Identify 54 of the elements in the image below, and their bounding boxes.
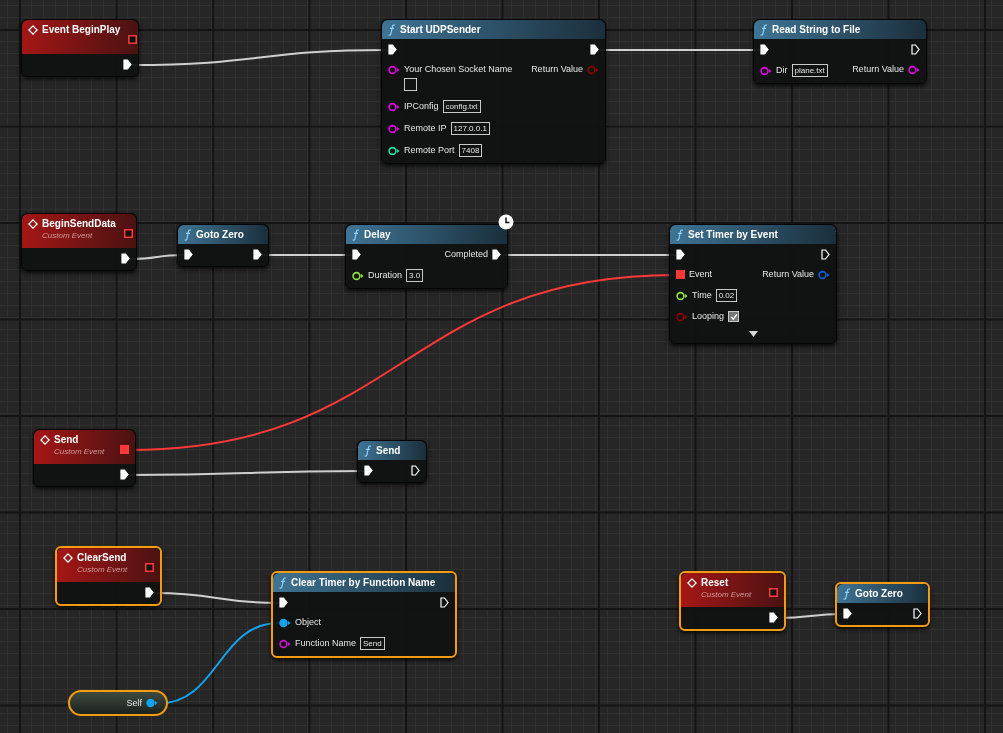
node-subtitle: Custom Event <box>700 589 752 601</box>
pin-label: Time <box>692 290 712 301</box>
pin-label: Your Chosen Socket Name <box>404 64 513 75</box>
event-node[interactable]: ClearSend Custom Event <box>55 546 162 606</box>
pin-label: Completed <box>444 249 488 260</box>
text-field[interactable]: config.txt <box>442 100 481 113</box>
pin-label: Event <box>689 269 712 280</box>
text-field[interactable]: 7408 <box>458 144 483 157</box>
node-title: Goto Zero <box>196 228 244 241</box>
pin-label: Remote Port <box>404 145 455 156</box>
node-title: BeginSendData <box>42 217 116 230</box>
text-field[interactable]: 127.0.0.1 <box>450 122 490 135</box>
node-title: Send <box>54 433 79 446</box>
node-subtitle: Custom Event <box>41 230 94 242</box>
function-node[interactable]: Read String to File Dir plane.txt Return Value <box>753 19 927 84</box>
pin-label: Return Value <box>852 64 904 75</box>
pin-label: Object <box>295 617 321 628</box>
pin-label: Duration <box>368 270 403 281</box>
pin-label: Dir <box>776 65 788 76</box>
text-field[interactable]: plane.txt <box>791 64 828 77</box>
node-title: Clear Timer by Function Name <box>291 576 436 589</box>
node-subtitle: Custom Event <box>53 446 105 458</box>
event-node[interactable]: Event BeginPlay <box>21 19 139 77</box>
node-subtitle: Custom Event <box>76 564 128 576</box>
text-field[interactable]: Send <box>360 637 385 650</box>
function-node[interactable]: Start UDPSender Your Chosen Socket Name Return Value IPConfig config.txt Remote IP 127.0.0.1 Remote Port 7408 <box>381 19 606 164</box>
function-node[interactable]: Goto Zero <box>835 582 930 627</box>
function-node[interactable]: Clear Timer by Function Name Object Function Name Send <box>271 571 457 658</box>
node-title: Event BeginPlay <box>42 23 121 36</box>
node-title: Goto Zero <box>855 587 903 600</box>
pin-label: Looping <box>692 311 725 322</box>
function-node[interactable]: Send <box>357 440 427 483</box>
node-title: Read String to File <box>772 23 861 36</box>
node-title: Send <box>376 444 401 457</box>
node-title: ClearSend <box>77 551 127 564</box>
function-node[interactable]: Set Timer by Event Event Return Value Time 0.02 Looping <box>669 224 837 344</box>
pin-label: Self <box>126 697 142 709</box>
node-title: Reset <box>701 576 729 589</box>
variable-node[interactable]: Self <box>68 690 168 716</box>
pin-label: Return Value <box>531 64 583 75</box>
text-field[interactable]: 0.02 <box>715 289 738 302</box>
text-field[interactable]: 3.0 <box>406 269 424 282</box>
pin-label: IPConfig <box>404 101 439 112</box>
function-node[interactable]: Goto Zero <box>177 224 269 267</box>
pin-label: Function Name <box>295 638 357 649</box>
pin-label: Return Value <box>762 269 814 280</box>
function-node[interactable]: Delay Completed Duration 3.0 <box>345 224 508 289</box>
event-node[interactable]: Send Custom Event <box>33 429 136 487</box>
event-node[interactable]: Reset Custom Event <box>679 571 786 631</box>
pin-label: Remote IP <box>404 123 447 134</box>
node-title: Delay <box>364 228 391 241</box>
node-title: Start UDPSender <box>400 23 481 36</box>
event-node[interactable]: BeginSendData Custom Event <box>21 213 137 271</box>
node-title: Set Timer by Event <box>688 228 778 241</box>
